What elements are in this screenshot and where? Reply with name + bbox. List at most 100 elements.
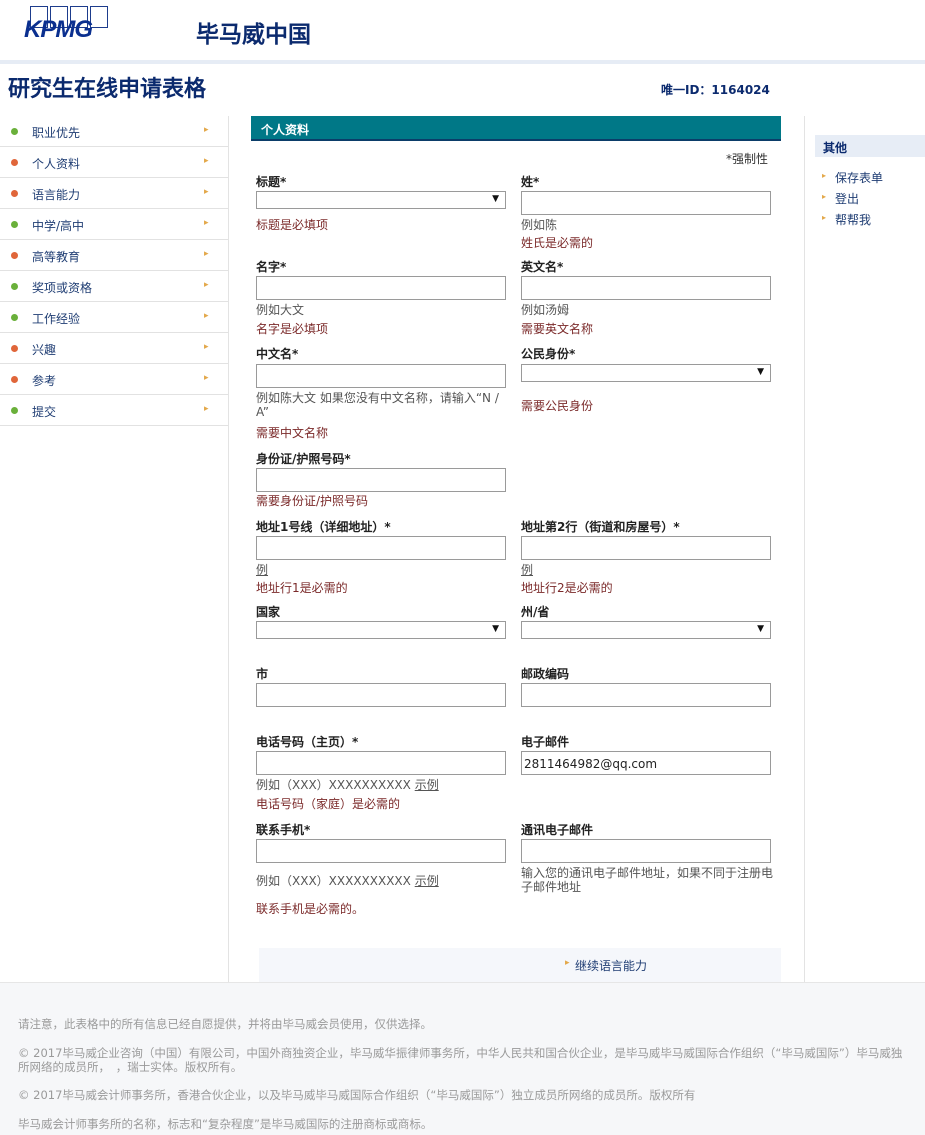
unique-id: 唯一ID：1164024 [661, 83, 770, 97]
dropdown-arrow-icon: ▼ [492, 194, 499, 204]
citizenship-label: 公民身份* [521, 347, 576, 361]
chevron-right-icon: ▸ [204, 187, 209, 197]
dropdown-arrow-icon: ▼ [757, 367, 764, 377]
continue-language-link[interactable]: 继续语言能力 [575, 957, 647, 974]
id-passport-input[interactable] [256, 468, 506, 492]
right-sidebar: 其他 ▸ 保存表单 ▸ 登出 ▸ 帮帮我 [804, 116, 925, 982]
state-select[interactable]: ▼ [521, 621, 771, 639]
surname-error: 姓氏是必需的 [521, 236, 594, 250]
aside-link-text: 保存表单 [835, 171, 884, 185]
comm-email-input[interactable] [521, 839, 771, 863]
address-line1-example-link[interactable]: 例 [256, 563, 268, 577]
postcode-label: 邮政编码 [521, 667, 570, 681]
given-name-input[interactable] [256, 276, 506, 300]
english-name-input[interactable] [521, 276, 771, 300]
surname-label: 姓* [521, 175, 540, 189]
mobile-hint: 例如（XXX）XXXXXXXXXX 示例 [256, 874, 439, 888]
nav-item-personal-info[interactable]: 个人资料 ▸ [0, 147, 228, 178]
nav-item-label: 参考 [32, 374, 57, 388]
site-header: KPMG 毕马威中国 [0, 0, 925, 60]
home-phone-error: 电话号码（家庭）是必需的 [256, 797, 401, 811]
email-label: 电子邮件 [521, 735, 570, 749]
mobile-input[interactable] [256, 839, 506, 863]
footer-trademark: 毕马威会计师事务所的名称，标志和“复杂程度”是毕马威国际的注册商标或商标。 [18, 1117, 433, 1131]
status-dot-icon [11, 221, 18, 228]
status-dot-icon [11, 407, 18, 414]
postcode-input[interactable] [521, 683, 771, 707]
nav-item-language[interactable]: 语言能力 ▸ [0, 178, 228, 209]
chinese-name-label: 中文名* [256, 347, 299, 361]
chinese-name-error: 需要中文名称 [256, 426, 329, 440]
home-phone-hint-text: 例如（XXX）XXXXXXXXXX [256, 778, 411, 792]
home-phone-input[interactable] [256, 751, 506, 775]
address-line2-error: 地址行2是必需的 [521, 581, 613, 595]
footer: 请注意，此表格中的所有信息已经自愿提供，并将由毕马威会员使用，仅供选择。 © 2… [0, 982, 925, 1135]
mobile-label: 联系手机* [256, 823, 311, 837]
state-label: 州/省 [521, 605, 550, 619]
nav-item-label: 职业优先 [32, 126, 81, 140]
address-line1-input[interactable] [256, 536, 506, 560]
nav-item-interests[interactable]: 兴趣 ▸ [0, 333, 228, 364]
home-phone-example-link[interactable]: 示例 [415, 778, 439, 792]
chevron-right-icon: ▸ [204, 404, 209, 414]
english-name-label: 英文名* [521, 260, 564, 274]
city-input[interactable] [256, 683, 506, 707]
nav-item-career-priority[interactable]: 职业优先 ▸ [0, 116, 228, 147]
nav-item-references[interactable]: 参考 ▸ [0, 364, 228, 395]
chevron-right-icon: ▸ [204, 125, 209, 135]
status-dot-icon [11, 345, 18, 352]
address-line1-label: 地址1号线（详细地址）* [256, 520, 391, 534]
brand-name: 毕马威中国 [196, 22, 311, 48]
country-select[interactable]: ▼ [256, 621, 506, 639]
home-phone-label: 电话号码（主页）* [256, 735, 359, 749]
address-line1-error: 地址行1是必需的 [256, 581, 348, 595]
kpmg-logo[interactable]: KPMG [24, 6, 110, 43]
chinese-name-input[interactable] [256, 364, 506, 388]
status-dot-icon [11, 376, 18, 383]
nav-item-label: 中学/高中 [32, 219, 85, 233]
chevron-right-icon: ▸ [204, 156, 209, 166]
nav-item-work-experience[interactable]: 工作经验 ▸ [0, 302, 228, 333]
nav-item-awards[interactable]: 奖项或资格 ▸ [0, 271, 228, 302]
left-navigation: 职业优先 ▸ 个人资料 ▸ 语言能力 ▸ 中学/高中 ▸ 高等教育 ▸ 奖项或资… [0, 116, 229, 982]
dropdown-arrow-icon: ▼ [492, 624, 499, 634]
nav-item-label: 提交 [32, 405, 57, 419]
country-label: 国家 [256, 605, 281, 619]
email-input[interactable]: 2811464982@qq.com [521, 751, 771, 775]
section-title: 个人资料 [261, 123, 310, 137]
aside-heading-text: 其他 [823, 141, 848, 155]
nav-item-label: 兴趣 [32, 343, 57, 357]
address-line2-example-link[interactable]: 例 [521, 563, 533, 577]
title-select[interactable]: ▼ [256, 191, 506, 209]
surname-input[interactable] [521, 191, 771, 215]
given-name-label: 名字* [256, 260, 287, 274]
address-line2-input[interactable] [521, 536, 771, 560]
nav-item-label: 奖项或资格 [32, 281, 93, 295]
nav-item-label: 工作经验 [32, 312, 81, 326]
chevron-right-icon: ▸ [204, 249, 209, 259]
section-header: 个人资料 [251, 116, 781, 141]
nav-item-secondary-school[interactable]: 中学/高中 ▸ [0, 209, 228, 240]
address-line2-label: 地址第2行（街道和房屋号）* [521, 520, 680, 534]
mobile-hint-text: 例如（XXX）XXXXXXXXXX [256, 874, 411, 888]
status-dot-icon [11, 283, 18, 290]
id-passport-label: 身份证/护照号码* [256, 452, 351, 466]
dropdown-arrow-icon: ▼ [757, 624, 764, 634]
surname-hint: 例如陈 [521, 218, 558, 232]
comm-email-label: 通讯电子邮件 [521, 823, 594, 837]
nav-item-submit[interactable]: 提交 ▸ [0, 395, 228, 426]
english-name-error: 需要英文名称 [521, 322, 594, 336]
header-divider [0, 60, 925, 64]
chevron-right-icon: ▸ [565, 958, 570, 968]
home-phone-hint: 例如（XXX）XXXXXXXXXX 示例 [256, 778, 439, 792]
given-name-error: 名字是必填项 [256, 322, 329, 336]
nav-item-higher-education[interactable]: 高等教育 ▸ [0, 240, 228, 271]
citizenship-select[interactable]: ▼ [521, 364, 771, 382]
logo-text: KPMG [24, 16, 93, 43]
mobile-error: 联系手机是必需的。 [256, 902, 365, 916]
title-label: 标题* [256, 175, 287, 189]
status-dot-icon [11, 190, 18, 197]
aside-link-text: 帮帮我 [835, 213, 872, 227]
chevron-right-icon: ▸ [204, 373, 209, 383]
mobile-example-link[interactable]: 示例 [415, 874, 439, 888]
